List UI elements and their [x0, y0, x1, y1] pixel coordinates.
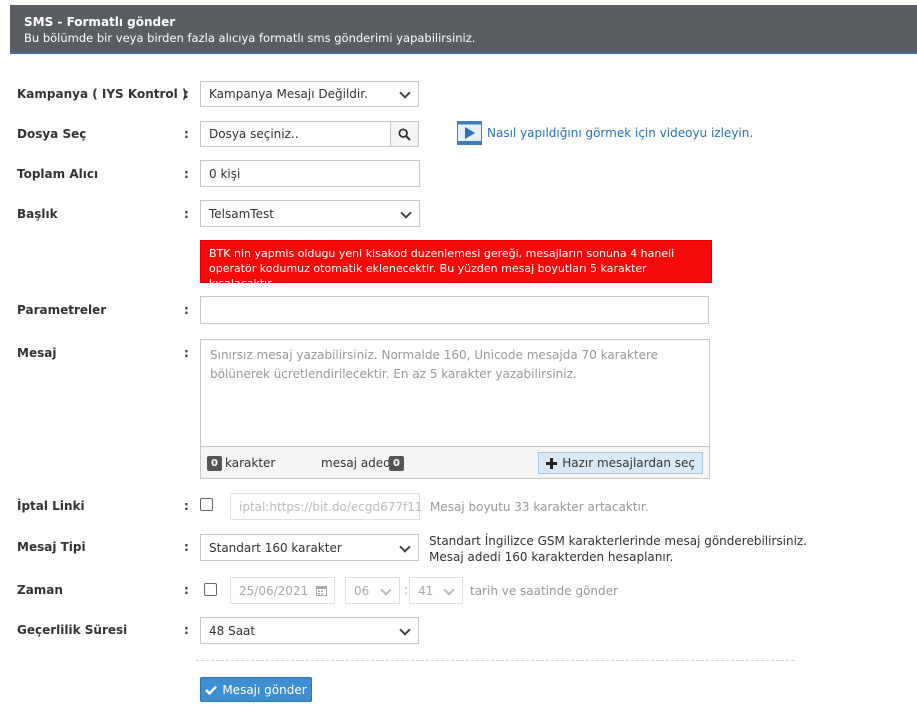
file-input[interactable]: Dosya seçiniz..: [200, 121, 391, 147]
kampanya-value: Kampanya Mesajı Değildir.: [209, 87, 368, 101]
message-type-select[interactable]: Standart 160 karakter: [200, 534, 419, 561]
colon: :: [184, 583, 189, 597]
total-recipients-field[interactable]: 0 kişi: [200, 160, 420, 187]
form-separator: [196, 660, 794, 661]
baslik-value: TelsamTest: [209, 206, 274, 221]
file-browse-button[interactable]: [390, 121, 419, 147]
cancel-link-checkbox[interactable]: [200, 498, 213, 511]
zaman-label: Zaman: [17, 583, 63, 597]
btk-warning-alert: BTK nin yapmis oldugu yeni kisakod duzen…: [200, 240, 712, 290]
colon: :: [184, 346, 189, 360]
calendar-icon: [316, 586, 327, 596]
colon: :: [184, 303, 189, 317]
baslik-label: Başlık: [17, 207, 58, 221]
schedule-hour-value: 06: [354, 583, 370, 598]
dosya-label: Dosya Seç: [17, 127, 87, 141]
colon: :: [184, 540, 189, 554]
ready-messages-button[interactable]: Hazır mesajlardan seç: [538, 452, 703, 474]
schedule-note: tarih ve saatinde gönder: [470, 584, 618, 598]
total-recipients-value: 0 kişi: [209, 166, 241, 181]
validity-select[interactable]: 48 Saat: [200, 617, 419, 644]
cancel-link-placeholder: iptal:https://bit.do/ecgd677f11: [239, 499, 423, 514]
schedule-checkbox[interactable]: [204, 583, 217, 596]
page-header: SMS - Formatlı gönder Bu bölümde bir vey…: [10, 5, 917, 54]
message-type-note-1: Standart İngilizce GSM karakterlerinde m…: [429, 534, 808, 548]
colon: :: [184, 127, 189, 141]
mesaj-label: Mesaj: [17, 346, 57, 360]
colon: :: [184, 623, 189, 637]
msg-count-badge: 0: [389, 456, 404, 471]
validity-value: 48 Saat: [209, 623, 256, 638]
check-icon: [205, 685, 218, 695]
cancel-link-note: Mesaj boyutu 33 karakter artacaktır.: [430, 500, 649, 514]
schedule-hour-select[interactable]: 06: [345, 577, 400, 604]
iptal-label: İptal Linki: [17, 499, 85, 513]
ready-messages-label: Hazır mesajlardan seç: [562, 456, 695, 470]
kampanya-select[interactable]: Kampanya Mesajı Değildir.: [200, 81, 419, 107]
colon: :: [184, 87, 189, 101]
video-tutorial-link[interactable]: Nasıl yapıldığını görmek için videoyu iz…: [457, 121, 753, 145]
char-count-label: karakter: [225, 456, 276, 470]
toplam-label: Toplam Alıcı: [17, 167, 99, 181]
cancel-link-input[interactable]: iptal:https://bit.do/ecgd677f11: [230, 493, 423, 520]
colon: :: [184, 207, 189, 221]
video-link-text: Nasıl yapıldığını görmek için videoyu iz…: [487, 126, 754, 140]
message-type-note-2: Mesaj adedi 160 karakterden hesaplanır.: [429, 550, 674, 564]
parametreler-label: Parametreler: [17, 303, 107, 317]
schedule-date-value: 25/06/2021: [239, 583, 309, 598]
video-play-icon: [457, 121, 482, 145]
schedule-minute-value: 41: [418, 583, 434, 598]
message-textarea[interactable]: Sınırsız mesaj yazabilirsiniz. Normalde …: [200, 339, 710, 479]
time-separator: :: [404, 583, 409, 597]
baslik-select[interactable]: TelsamTest: [200, 200, 420, 227]
schedule-minute-select[interactable]: 41: [409, 577, 463, 604]
msg-count-label: mesaj adedi: [321, 456, 395, 470]
search-icon: [398, 127, 411, 141]
send-message-label: Mesajı gönder: [222, 682, 307, 697]
tipi-label: Mesaj Tipi: [17, 540, 86, 554]
page-subtitle: Bu bölümde bir veya birden fazla alıcıya…: [24, 31, 476, 45]
kampanya-label: Kampanya ( IYS Kontrol ): [17, 87, 188, 101]
message-type-value: Standart 160 karakter: [209, 540, 342, 555]
page-title: SMS - Formatlı gönder: [24, 15, 176, 29]
plus-icon: [546, 457, 558, 469]
parameters-input[interactable]: [200, 296, 709, 324]
colon: :: [184, 499, 189, 513]
gecerlilik-label: Geçerlilik Süresi: [17, 623, 128, 637]
char-count-badge: 0: [207, 456, 222, 471]
file-input-placeholder: Dosya seçiniz..: [209, 127, 299, 141]
schedule-date-input[interactable]: 25/06/2021: [230, 577, 335, 604]
colon: :: [184, 167, 189, 181]
send-message-button[interactable]: Mesajı gönder: [200, 677, 312, 702]
message-footer: 0 karakter mesaj adedi 0 Hazır mesajlard…: [201, 446, 709, 478]
message-placeholder: Sınırsız mesaj yazabilirsiniz. Normalde …: [210, 348, 659, 381]
